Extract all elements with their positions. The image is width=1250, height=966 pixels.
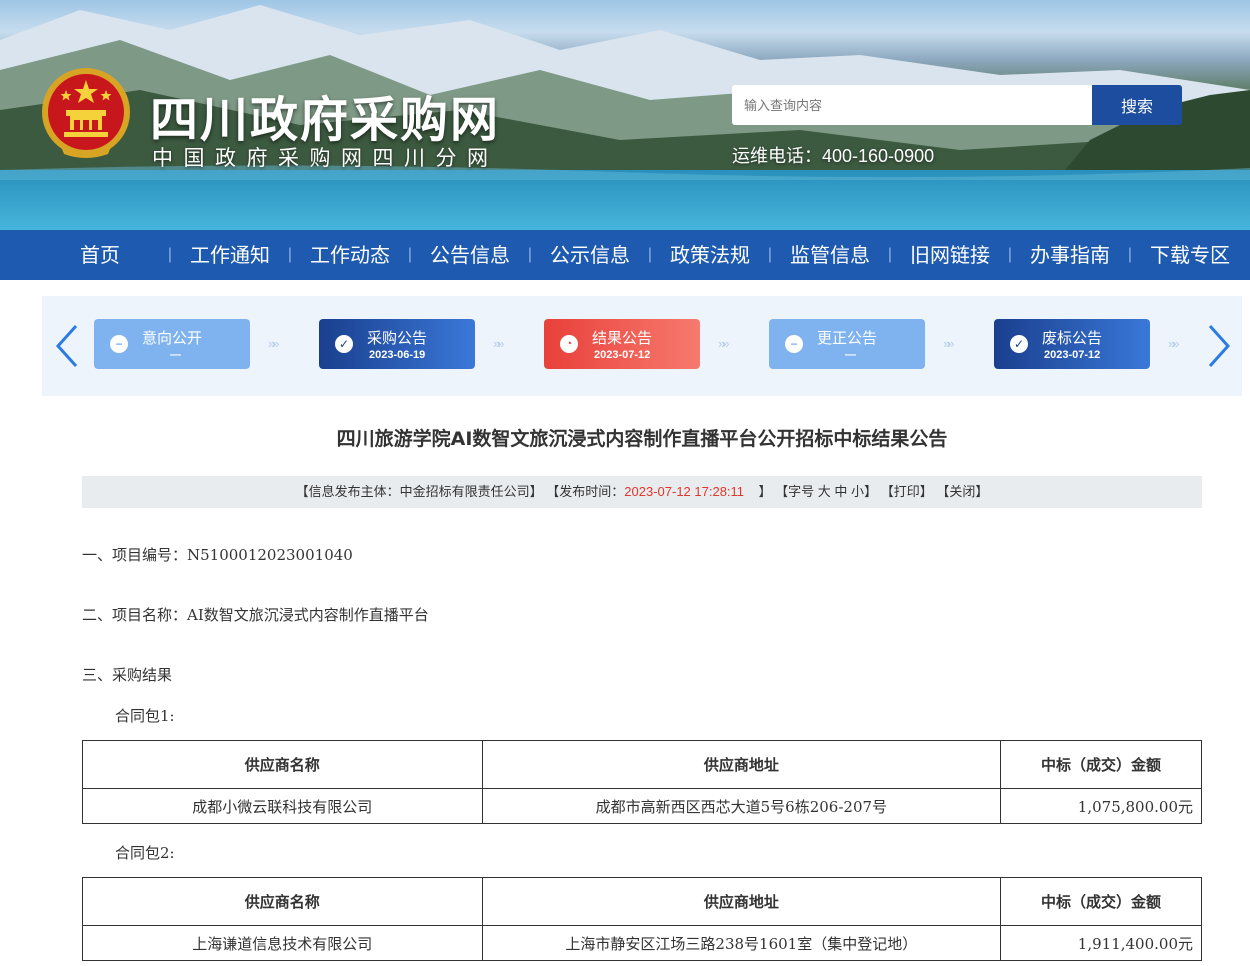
step-correction-notice[interactable]: − 更正公告 — (769, 319, 925, 369)
section-project-number: 一、项目编号：N5100012023001040 (82, 546, 353, 564)
check-icon: ✓ (1010, 335, 1028, 353)
nav-item-publicity[interactable]: 公示信息 (540, 230, 640, 280)
nav-separator: | (1007, 246, 1013, 263)
cell-amount: 1,911,400.00元 (1000, 925, 1202, 961)
minus-icon: − (785, 335, 803, 353)
check-icon: ✓ (335, 335, 353, 353)
table-header-row: 供应商名称 供应商地址 中标（成交）金额 (82, 877, 1202, 926)
step-date: — (845, 349, 856, 361)
site-subtitle: 中国政府采购网四川分网 (152, 147, 499, 170)
step-date: 2023-07-12 (594, 349, 651, 361)
search-input[interactable] (732, 85, 1092, 125)
package-2-label: 合同包2: (115, 844, 175, 862)
package-1-label: 合同包1: (115, 707, 175, 725)
step-procurement-notice[interactable]: ✓ 采购公告 2023-06-19 (319, 319, 475, 369)
nav-item-work-notice[interactable]: 工作通知 (180, 230, 280, 280)
nav-separator: | (287, 246, 293, 263)
step-abandoned-notice[interactable]: ✓ 废标公告 2023-07-12 (994, 319, 1150, 369)
section-procurement-result: 三、采购结果 (82, 666, 173, 684)
search-button[interactable]: 搜索 (1092, 85, 1182, 125)
chevron-left-icon[interactable] (52, 322, 82, 370)
step-label: 更正公告 (817, 329, 878, 347)
nav-item-supervision[interactable]: 监管信息 (780, 230, 880, 280)
col-header-supplier-name: 供应商名称 (82, 877, 483, 926)
nav-separator: | (887, 246, 893, 263)
cell-supplier-address: 成都市高新西区西芯大道5号6栋206-207号 (481, 788, 1002, 824)
step-arrow-icon: »» (943, 336, 955, 351)
nav-separator: | (167, 246, 173, 263)
nav-item-policies[interactable]: 政策法规 (660, 230, 760, 280)
meta-publisher: 【信息发布主体：中金招标有限责任公司】 (295, 484, 543, 499)
font-medium-button[interactable]: 中 (834, 484, 847, 499)
cell-supplier-name: 成都小微云联科技有限公司 (82, 788, 483, 824)
step-result-notice[interactable]: ◔ 结果公告 2023-07-12 (544, 319, 700, 369)
step-label: 结果公告 (592, 329, 653, 347)
table-row: 成都小微云联科技有限公司 成都市高新西区西芯大道5号6栋206-207号 1,0… (82, 788, 1202, 824)
meta-time-label: 【发布时间： (546, 484, 625, 499)
nav-item-guide[interactable]: 办事指南 (1020, 230, 1120, 280)
nav-item-old-site[interactable]: 旧网链接 (900, 230, 1000, 280)
article-meta-bar: 【信息发布主体：中金招标有限责任公司】 【发布时间：2023-07-12 17:… (82, 476, 1202, 508)
hotline-text: 运维电话：400-160-0900 (732, 146, 935, 166)
national-emblem-icon (42, 68, 130, 158)
step-label: 废标公告 (1042, 329, 1103, 347)
cell-supplier-address: 上海市静安区江场三路238号1601室（集中登记地） (481, 925, 1002, 961)
nav-separator: | (1127, 246, 1133, 263)
font-small-button[interactable]: 小 (851, 484, 864, 499)
print-button[interactable]: 【打印】 (881, 484, 933, 499)
table-header-row: 供应商名称 供应商地址 中标（成交）金额 (82, 740, 1202, 789)
nav-separator: | (407, 246, 413, 263)
header-banner: 四川政府采购网 中国政府采购网四川分网 搜索 运维电话：400-160-0900 (0, 0, 1250, 230)
step-label: 采购公告 (367, 329, 428, 347)
col-header-supplier-name: 供应商名称 (82, 740, 483, 789)
site-title[interactable]: 四川政府采购网 (150, 80, 500, 150)
cell-supplier-name: 上海谦道信息技术有限公司 (82, 925, 483, 961)
cell-amount: 1,075,800.00元 (1000, 788, 1202, 824)
col-header-supplier-address: 供应商地址 (481, 877, 1002, 926)
col-header-amount: 中标（成交）金额 (1000, 877, 1202, 926)
chevron-right-icon[interactable] (1204, 322, 1234, 370)
step-date: 2023-07-12 (1044, 349, 1101, 361)
package-2-table: 供应商名称 供应商地址 中标（成交）金额 上海谦道信息技术有限公司 上海市静安区… (82, 877, 1202, 961)
step-date: 2023-06-19 (369, 349, 426, 361)
step-label: 意向公开 (142, 329, 203, 347)
meta-publish-time: 2023-07-12 17:28:11 (624, 484, 745, 499)
meta-time-close: 】 (758, 484, 772, 499)
meta-font-size-label: 【字号 (775, 484, 815, 499)
table-row: 上海谦道信息技术有限公司 上海市静安区江场三路238号1601室（集中登记地） … (82, 925, 1202, 961)
nav-item-downloads[interactable]: 下载专区 (1140, 230, 1240, 280)
nav-separator: | (767, 246, 773, 263)
nav-item-work-news[interactable]: 工作动态 (300, 230, 400, 280)
font-large-button[interactable]: 大 (818, 484, 831, 499)
minus-icon: − (110, 335, 128, 353)
col-header-supplier-address: 供应商地址 (481, 740, 1002, 789)
article-title: 四川旅游学院AI数智文旅沉浸式内容制作直播平台公开招标中标结果公告 (336, 428, 948, 450)
package-1-table: 供应商名称 供应商地址 中标（成交）金额 成都小微云联科技有限公司 成都市高新西… (82, 740, 1202, 824)
step-arrow-icon: »» (493, 336, 505, 351)
section-project-name: 二、项目名称：AI数智文旅沉浸式内容制作直播平台 (82, 606, 429, 624)
col-header-amount: 中标（成交）金额 (1000, 740, 1202, 789)
step-intent-disclosure[interactable]: − 意向公开 — (94, 319, 250, 369)
step-arrow-icon: »» (1168, 336, 1180, 351)
main-nav: 首页 | 工作通知 | 工作动态 | 公告信息 | 公示信息 | 政策法规 | … (0, 230, 1250, 280)
step-arrow-icon: »» (718, 336, 730, 351)
nav-separator: | (647, 246, 653, 263)
nav-item-home[interactable]: 首页 (40, 230, 160, 280)
clock-icon: ◔ (560, 335, 578, 353)
close-button[interactable]: 【关闭】 (936, 484, 988, 499)
meta-font-close: 】 (864, 484, 878, 499)
process-steps-bar: − 意向公开 — »» ✓ 采购公告 2023-06-19 »» ◔ 结果公告 … (42, 296, 1242, 396)
nav-separator: | (527, 246, 533, 263)
step-arrow-icon: »» (268, 336, 280, 351)
step-date: — (170, 349, 181, 361)
nav-item-announcements[interactable]: 公告信息 (420, 230, 520, 280)
